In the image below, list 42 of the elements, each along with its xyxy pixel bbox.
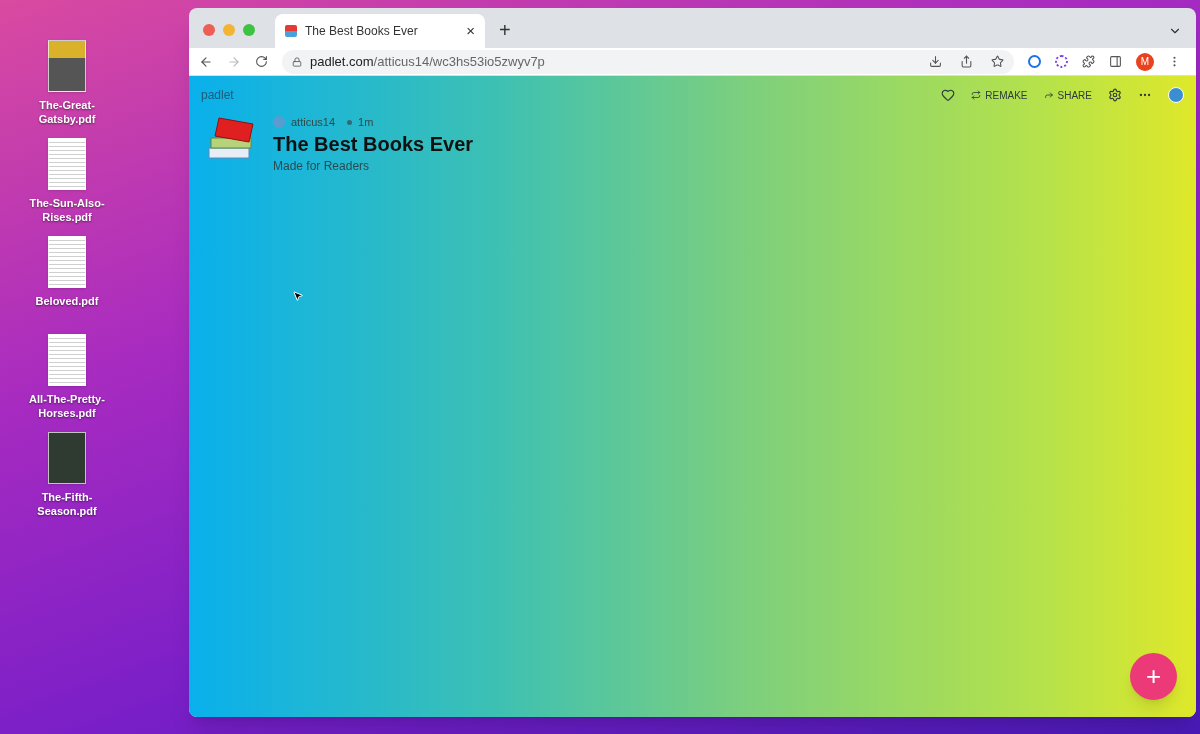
close-window-icon[interactable]: [203, 24, 215, 36]
mouse-cursor-icon: [292, 290, 304, 302]
side-panel-icon[interactable]: [1109, 55, 1122, 68]
share-button[interactable]: SHARE: [1043, 87, 1092, 103]
reload-icon[interactable]: [255, 55, 268, 68]
extensions-icon[interactable]: [1082, 55, 1095, 68]
pdf-thumbnail: [48, 40, 86, 92]
lock-icon: [292, 56, 302, 67]
file-name[interactable]: The-Sun-Also-Rises.pdf: [25, 196, 109, 224]
url-text: padlet.com/atticus14/wc3hs53io5zwyv7p: [310, 52, 546, 71]
add-post-button[interactable]: +: [1130, 653, 1177, 700]
heart-icon[interactable]: [941, 88, 956, 102]
profile-avatar[interactable]: M: [1136, 52, 1154, 71]
post-age: 1m: [358, 115, 374, 130]
address-bar[interactable]: padlet.com/atticus14/wc3hs53io5zwyv7p: [282, 49, 1014, 74]
tab-title: The Best Books Ever: [305, 23, 419, 40]
board-title: The Best Books Ever: [273, 131, 474, 157]
pdf-thumbnail: [48, 236, 86, 288]
extension-icon[interactable]: [1028, 55, 1041, 68]
forward-arrow-icon: [1043, 90, 1054, 100]
board-subtitle: Made for Readers: [273, 157, 371, 175]
bookmark-star-icon[interactable]: [991, 55, 1004, 68]
file-name[interactable]: The-Great-Gatsby.pdf: [25, 98, 109, 126]
repeat-icon: [971, 90, 982, 100]
pdf-thumbnail: [48, 432, 86, 484]
remake-button[interactable]: REMAKE: [971, 87, 1028, 103]
settings-icon[interactable]: [1108, 88, 1122, 102]
tab-close-button[interactable]: ×: [466, 19, 475, 43]
install-icon[interactable]: [929, 55, 942, 68]
pdf-thumbnail: [48, 138, 86, 190]
share-icon[interactable]: [960, 55, 973, 68]
user-avatar[interactable]: [1168, 87, 1184, 103]
file-name[interactable]: All-The-Pretty-Horses.pdf: [25, 392, 109, 420]
back-icon[interactable]: [199, 54, 213, 69]
padlet-logo[interactable]: padlet: [201, 86, 942, 104]
file-name[interactable]: Beloved.pdf: [25, 294, 109, 308]
pdf-thumbnail: [48, 334, 86, 386]
new-tab-button[interactable]: +: [499, 20, 511, 40]
author-name[interactable]: atticus14: [291, 114, 336, 131]
file-name[interactable]: The-Fifth-Season.pdf: [25, 490, 109, 518]
browser-tab[interactable]: The Best Books Ever ×: [275, 14, 485, 48]
author-avatar: [273, 116, 285, 129]
